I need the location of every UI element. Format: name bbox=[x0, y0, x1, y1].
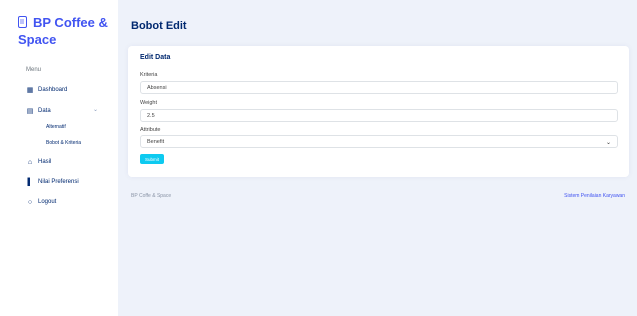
sidebar-item-label: Dashboard bbox=[38, 87, 68, 93]
attribute-label: Attribute bbox=[140, 127, 161, 133]
sidebar-item-label: Data bbox=[38, 108, 51, 114]
cup-icon bbox=[18, 16, 27, 28]
sidebar: BP Coffee & Space Menu ▦ Dashboard ▤ Dat… bbox=[0, 0, 118, 316]
sidebar-item-logout[interactable]: ○ Logout bbox=[0, 195, 118, 209]
card-title: Edit Data bbox=[140, 54, 171, 61]
attribute-select[interactable]: Benefit ⌄ bbox=[140, 135, 618, 148]
sidebar-item-dashboard[interactable]: ▦ Dashboard bbox=[0, 83, 118, 97]
brand-logo[interactable]: BP Coffee & Space bbox=[18, 14, 114, 48]
chevron-down-icon: ⌄ bbox=[605, 140, 611, 146]
sidebar-subitem-alternatif[interactable]: Alternatif bbox=[46, 124, 66, 130]
attribute-value: Benefit bbox=[147, 138, 165, 145]
weight-input[interactable]: 2.5 bbox=[140, 109, 618, 122]
grid-icon: ▦ bbox=[26, 87, 34, 94]
brand-name: BP Coffee & Space bbox=[18, 15, 108, 47]
sidebar-item-data[interactable]: ▤ Data ⌄ bbox=[0, 104, 118, 118]
edit-card: Edit Data Kriteria Absensi Weight 2.5 At… bbox=[128, 46, 629, 177]
weight-label: Weight bbox=[140, 100, 158, 106]
bar-chart-icon: ▌ bbox=[27, 178, 33, 186]
footer-copyright: BP Coffe & Space bbox=[131, 193, 172, 199]
submit-button[interactable]: Submit bbox=[140, 154, 164, 164]
sidebar-subitem-bobot-kriteria[interactable]: Bobot & Kriteria bbox=[46, 140, 81, 146]
weight-value: 2.5 bbox=[147, 112, 155, 119]
page-title: Bobot Edit bbox=[131, 20, 187, 32]
kriteria-input[interactable]: Absensi bbox=[140, 81, 618, 94]
sidebar-item-label: Hasil bbox=[38, 159, 52, 165]
footer-app-name: Sistem Penilaian Karyawan bbox=[564, 193, 625, 199]
menu-heading: Menu bbox=[26, 67, 42, 73]
chevron-down-icon: ⌄ bbox=[92, 107, 98, 113]
sidebar-item-nilai-preferensi[interactable]: ▌ Nilai Preferensi bbox=[0, 175, 118, 189]
kriteria-value: Absensi bbox=[147, 84, 167, 91]
document-icon: ▤ bbox=[26, 108, 34, 115]
circle-icon: ○ bbox=[27, 198, 33, 206]
sidebar-item-label: Nilai Preferensi bbox=[38, 179, 79, 185]
sidebar-item-label: Logout bbox=[38, 199, 57, 205]
sidebar-item-hasil[interactable]: ⌂ Hasil bbox=[0, 155, 118, 169]
home-icon: ⌂ bbox=[27, 158, 33, 166]
kriteria-label: Kriteria bbox=[140, 72, 158, 78]
